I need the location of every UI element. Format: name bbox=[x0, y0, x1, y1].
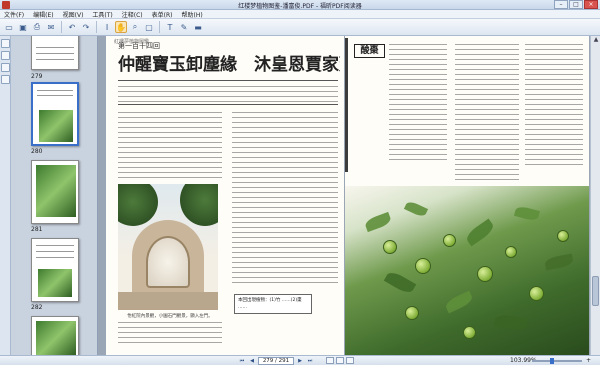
menu-view[interactable]: 视图(V) bbox=[63, 10, 84, 19]
menu-help[interactable]: 帮助(H) bbox=[182, 10, 203, 19]
plant-description-col3 bbox=[525, 44, 583, 169]
select-icon[interactable]: I bbox=[101, 21, 113, 33]
zoom-slider[interactable] bbox=[532, 358, 582, 364]
plant-description-col1 bbox=[389, 44, 447, 164]
page-thumbnail[interactable] bbox=[31, 238, 79, 302]
thumbnail-label: 281 bbox=[31, 226, 43, 233]
redo-icon[interactable]: ↷ bbox=[80, 21, 92, 33]
zoom-icon[interactable]: ⌕ bbox=[129, 21, 141, 33]
pages-panel-icon[interactable] bbox=[1, 39, 10, 48]
facing-view-icon[interactable] bbox=[346, 357, 354, 364]
moon-gate-photo bbox=[118, 184, 218, 310]
save-icon[interactable]: ▣ bbox=[17, 21, 29, 33]
attachments-panel-icon[interactable] bbox=[1, 75, 10, 84]
toolbar-separator bbox=[96, 21, 97, 33]
text-icon[interactable]: T bbox=[164, 21, 176, 33]
email-icon[interactable]: ✉ bbox=[45, 21, 57, 33]
pdf-page-left: 紅樓夢植物圖鑑 第一百十四回 仲醒寶玉卸塵緣 沐皇恩賈家延世澤 bbox=[106, 36, 344, 355]
undo-icon[interactable]: ↶ bbox=[66, 21, 78, 33]
menu-comments[interactable]: 注释(C) bbox=[122, 10, 143, 19]
open-icon[interactable]: ▭ bbox=[3, 21, 15, 33]
single-page-view-icon[interactable] bbox=[326, 357, 334, 364]
scrollbar-thumb[interactable] bbox=[592, 276, 599, 306]
hand-icon[interactable]: ✋ bbox=[115, 21, 127, 33]
page-thumbnail[interactable] bbox=[31, 36, 79, 70]
title-rule bbox=[118, 80, 338, 81]
vertical-scrollbar[interactable]: ▲ bbox=[590, 36, 600, 355]
snapshot-icon[interactable]: ▢ bbox=[143, 21, 155, 33]
highlight-icon[interactable]: ▬ bbox=[192, 21, 204, 33]
status-bar: ⏮ ◀ 279 / 291 ▶ ⏭ 103.99% + bbox=[0, 355, 600, 365]
close-button[interactable]: × bbox=[584, 0, 598, 9]
continuous-view-icon[interactable] bbox=[336, 357, 344, 364]
zoom-in-button[interactable]: + bbox=[586, 357, 591, 364]
first-page-button[interactable]: ⏮ bbox=[238, 358, 246, 365]
page-number-field[interactable]: 279 / 291 bbox=[258, 357, 294, 365]
page-thumbnail-current[interactable] bbox=[31, 82, 79, 146]
menu-tools[interactable]: 工具(T) bbox=[92, 10, 112, 19]
section-rule bbox=[118, 104, 338, 105]
bookmarks-panel-icon[interactable] bbox=[1, 51, 10, 60]
thumbnail-label: 280 bbox=[31, 148, 43, 155]
title-bar: 红楼梦植物图鉴-潘富俊.PDF - 福昕PDF阅读器 – □ × bbox=[0, 0, 600, 10]
page-navigation: ⏮ ◀ 279 / 291 ▶ ⏭ bbox=[238, 357, 314, 365]
note-icon[interactable]: ✎ bbox=[178, 21, 190, 33]
print-icon[interactable]: ⎙ bbox=[31, 21, 43, 33]
body-text-col2 bbox=[232, 112, 338, 287]
document-view[interactable]: 紅樓夢植物圖鑑 第一百十四回 仲醒寶玉卸塵緣 沐皇恩賈家延世澤 bbox=[98, 36, 590, 355]
layers-panel-icon[interactable] bbox=[1, 63, 10, 72]
plants-note-box: 本回出現植物：(1)竹 ……(2)棗 …… bbox=[234, 294, 312, 314]
last-page-button[interactable]: ⏭ bbox=[306, 358, 314, 365]
thumbnail-label: 282 bbox=[31, 304, 43, 311]
page-thumbnail[interactable] bbox=[31, 316, 79, 355]
body-text-bottom bbox=[118, 322, 222, 347]
view-mode-buttons bbox=[326, 357, 354, 364]
thumbnail-panel: 279 280 281 282 bbox=[11, 36, 98, 355]
chapter-title: 仲醒寶玉卸塵緣 沐皇恩賈家延世澤 bbox=[118, 55, 340, 75]
body-text-col1 bbox=[118, 112, 222, 182]
toolbar-separator bbox=[159, 21, 160, 33]
navigation-dock bbox=[0, 36, 11, 355]
photo-caption: 怡紅院內景觀，小園石門觀景，顯入左門。 bbox=[127, 314, 213, 319]
page-thumbnail[interactable] bbox=[31, 160, 79, 224]
maximize-button[interactable]: □ bbox=[569, 0, 583, 9]
previous-page-button[interactable]: ◀ bbox=[248, 358, 256, 365]
minimize-button[interactable]: – bbox=[554, 0, 568, 9]
next-page-button[interactable]: ▶ bbox=[296, 358, 304, 365]
plant-description-col2 bbox=[455, 44, 519, 184]
zoom-slider-knob[interactable] bbox=[550, 358, 554, 364]
margin-bar bbox=[345, 38, 348, 172]
menu-edit[interactable]: 编辑(E) bbox=[33, 10, 53, 19]
body-text-top bbox=[118, 86, 338, 106]
toolbar: ▭ ▣ ⎙ ✉ ↶ ↷ I ✋ ⌕ ▢ T ✎ ▬ bbox=[0, 19, 600, 36]
scroll-up-icon[interactable]: ▲ bbox=[591, 36, 600, 45]
menu-forms[interactable]: 表单(R) bbox=[152, 10, 173, 19]
jujube-plant-photo bbox=[345, 186, 589, 355]
thumbnail-label: 279 bbox=[31, 73, 43, 80]
window-title: 红楼梦植物图鉴-潘富俊.PDF - 福昕PDF阅读器 bbox=[238, 3, 362, 10]
plant-name-heading: 酸棗 bbox=[354, 44, 385, 58]
toolbar-separator bbox=[61, 21, 62, 33]
pdf-page-right: 酸棗 bbox=[345, 36, 589, 355]
menu-bar: 文件(F) 编辑(E) 视图(V) 工具(T) 注释(C) 表单(R) 帮助(H… bbox=[0, 10, 600, 19]
menu-file[interactable]: 文件(F) bbox=[4, 10, 24, 19]
